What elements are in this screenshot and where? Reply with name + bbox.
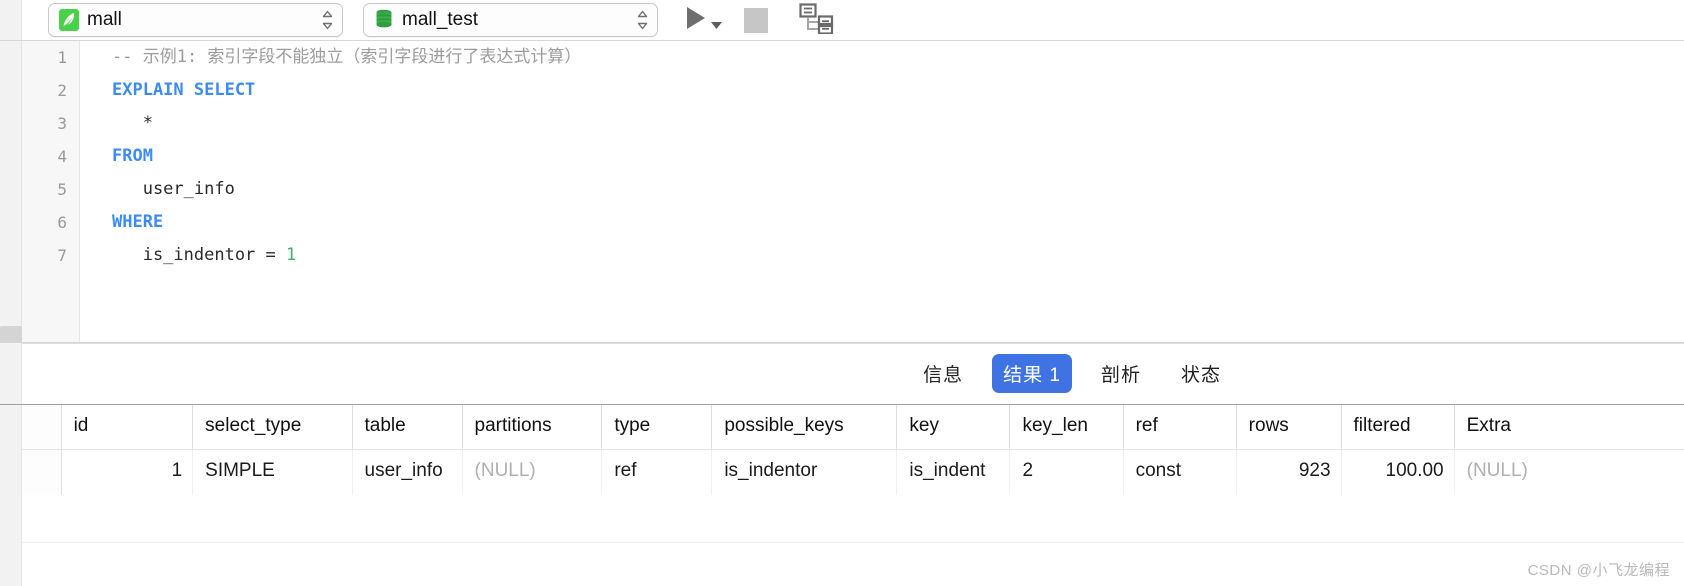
run-query-button[interactable] — [680, 0, 726, 40]
cell-select_type[interactable]: SIMPLE — [192, 449, 353, 495]
column-header-filtered[interactable]: filtered — [1341, 405, 1455, 450]
grid-footer-area — [22, 542, 1684, 586]
column-header-Extra[interactable]: Extra — [1454, 405, 1684, 450]
tab-result-1[interactable]: 结果 1 — [992, 354, 1072, 393]
sql-code-area[interactable]: -- 示例1: 索引字段不能独立（索引字段进行了表达式计算） EXPLAIN SE… — [80, 41, 1684, 342]
row-gutter-cell[interactable] — [22, 449, 62, 495]
left-rail-strip — [0, 0, 22, 40]
null-value: (NULL) — [474, 460, 536, 482]
column-header-ref[interactable]: ref — [1123, 405, 1237, 450]
connection-selector[interactable]: mall — [48, 3, 343, 37]
explain-plan-button[interactable] — [786, 0, 846, 40]
tabbar-divider — [22, 343, 1684, 344]
code-line[interactable]: * — [112, 107, 1684, 140]
column-header-type[interactable]: type — [601, 405, 713, 450]
row-gutter-header — [22, 405, 62, 450]
editor-left-rail — [0, 41, 22, 342]
line-number: 3 — [57, 114, 67, 133]
line-number: 5 — [57, 180, 67, 199]
line-number-gutter: 1 2 3 4 5 6 7 — [22, 41, 80, 342]
connection-label: mall — [87, 9, 122, 30]
cell-filtered[interactable]: 100.00 — [1341, 449, 1455, 495]
database-selector[interactable]: mall_test — [363, 3, 658, 37]
code-token-kw: FROM — [112, 146, 153, 166]
null-value: (NULL) — [1466, 460, 1528, 482]
editor-rail-thumb[interactable] — [0, 326, 22, 342]
table-header-row: id select_type table partitions type possible… — [22, 405, 1684, 450]
column-header-id[interactable]: id — [61, 405, 194, 450]
code-line[interactable]: user_info — [112, 173, 1684, 206]
cell-possible_keys[interactable]: is_indentor — [711, 449, 898, 495]
cell-key_len[interactable]: 2 — [1009, 449, 1124, 495]
tab-info[interactable]: 信息 — [912, 354, 974, 393]
play-triangle-icon — [685, 5, 708, 36]
sql-editor-window: mall mall_test 1 2 3 4 5 6 7 -- 示例1: 索引字… — [0, 0, 1684, 586]
toolbar: mall mall_test — [0, 0, 1684, 40]
code-token-plain: * — [112, 113, 153, 133]
watermark-text: CSDN @小飞龙编程 — [1527, 562, 1670, 579]
cell-Extra[interactable]: (NULL) — [1454, 449, 1684, 495]
line-number: 1 — [57, 48, 67, 67]
code-line[interactable]: FROM — [112, 140, 1684, 173]
connection-stepper-icon[interactable] — [321, 9, 334, 31]
dolphin-mysql-icon — [58, 8, 80, 32]
cell-id[interactable]: 1 — [61, 449, 194, 495]
column-header-rows[interactable]: rows — [1236, 405, 1342, 450]
line-number: 2 — [57, 81, 67, 100]
line-number: 7 — [57, 246, 67, 265]
code-token-plain: user_info — [112, 179, 235, 199]
sql-editor-pane[interactable]: 1 2 3 4 5 6 7 -- 示例1: 索引字段不能独立（索引字段进行了表达式计算） EX… — [0, 40, 1684, 342]
database-stepper-icon[interactable] — [636, 9, 649, 31]
column-header-partitions[interactable]: partitions — [462, 405, 603, 450]
cell-rows[interactable]: 923 — [1236, 449, 1342, 495]
code-token-kw: WHERE — [112, 212, 164, 232]
code-token-plain: is_indentor = — [112, 245, 286, 265]
cell-key[interactable]: is_indent — [896, 449, 1011, 495]
code-token-comment: -- 示例1: 索引字段不能独立（索引字段进行了表达式计算） — [112, 47, 582, 67]
explain-result-table: id select_type table partitions type possible… — [22, 405, 1684, 495]
column-header-table[interactable]: table — [352, 405, 463, 450]
column-header-key_len[interactable]: key_len — [1009, 405, 1124, 450]
tab-status[interactable]: 状态 — [1170, 354, 1232, 393]
caret-down-icon[interactable] — [710, 17, 723, 35]
column-header-key[interactable]: key — [896, 405, 1011, 450]
code-line[interactable]: is_indentor = 1 — [112, 239, 1684, 272]
code-line[interactable]: -- 示例1: 索引字段不能独立（索引字段进行了表达式计算） — [112, 41, 1684, 74]
result-tab-bar: 信息 结果 1 剖析 状态 — [0, 342, 1684, 404]
column-header-possible_keys[interactable]: possible_keys — [711, 405, 898, 450]
column-header-select_type[interactable]: select_type — [192, 405, 353, 450]
cell-partitions[interactable]: (NULL) — [462, 449, 603, 495]
grid-left-rail — [0, 405, 22, 586]
code-token-kw: EXPLAIN SELECT — [112, 80, 256, 100]
query-plan-tree-icon — [798, 2, 834, 39]
database-label: mall_test — [402, 9, 479, 30]
cell-table[interactable]: user_info — [352, 449, 463, 495]
stop-square-icon — [744, 7, 768, 33]
result-grid[interactable]: id select_type table partitions type possible… — [0, 404, 1684, 586]
line-number: 6 — [57, 213, 67, 232]
code-line[interactable]: WHERE — [112, 206, 1684, 239]
table-body: 1 SIMPLE user_info (NULL) ref is_indentor is_i… — [22, 449, 1684, 495]
line-number: 4 — [57, 147, 67, 166]
code-line[interactable]: EXPLAIN SELECT — [112, 74, 1684, 107]
code-token-num: 1 — [286, 245, 297, 265]
tab-profile[interactable]: 剖析 — [1090, 354, 1152, 393]
database-stack-icon — [373, 8, 395, 32]
cell-ref[interactable]: const — [1123, 449, 1237, 495]
cell-type[interactable]: ref — [601, 449, 713, 495]
tabbar-left-rail — [0, 343, 22, 404]
tab-list: 信息 结果 1 剖析 状态 — [894, 354, 1232, 393]
table-row[interactable]: 1 SIMPLE user_info (NULL) ref is_indentor is_i… — [22, 449, 1684, 495]
stop-query-button[interactable] — [726, 0, 786, 40]
